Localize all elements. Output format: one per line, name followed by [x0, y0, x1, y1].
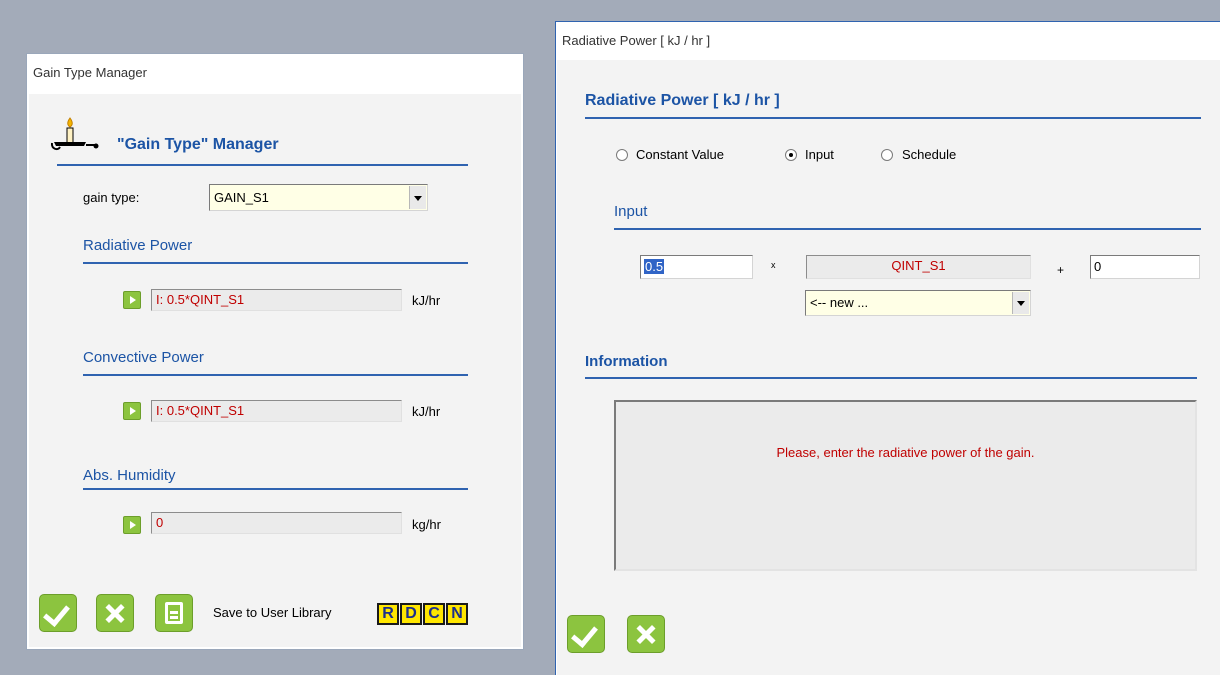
information-panel: Please, enter the radiative power of the… — [614, 400, 1197, 571]
input-section-rule — [614, 228, 1201, 230]
left-title-bar[interactable]: Gain Type Manager — [27, 54, 523, 94]
input-source-value: <-- new ... — [810, 295, 869, 310]
gain-type-label: gain type: — [83, 190, 140, 205]
radio-schedule[interactable] — [881, 149, 893, 161]
information-text: Please, enter the radiative power of the… — [776, 445, 1035, 460]
input-section-title: Input — [614, 203, 648, 220]
gain-type-manager-window: Gain Type Manager "Gain Type" Manager ga… — [26, 53, 524, 650]
convective-value-field: I: 0.5*QINT_S1 — [151, 400, 402, 422]
right-client-area: Radiative Power [ kJ / hr ] Constant Val… — [557, 60, 1220, 675]
radio-constant-value-label[interactable]: Constant Value — [636, 147, 724, 162]
right-ok-button[interactable] — [567, 615, 605, 653]
factor-input[interactable]: 0.5 — [640, 255, 753, 279]
chevron-down-icon[interactable] — [1012, 292, 1029, 314]
letter-button-c[interactable]: C — [423, 603, 445, 625]
factor-value: 0.5 — [644, 259, 665, 274]
humidity-edit-play-icon[interactable] — [123, 516, 141, 534]
radio-schedule-label[interactable]: Schedule — [902, 147, 956, 162]
radiative-value-field: I: 0.5*QINT_S1 — [151, 289, 402, 311]
plus-sign: + — [1057, 263, 1065, 277]
radiative-unit: kJ/hr — [412, 293, 441, 308]
radiative-edit-play-icon[interactable] — [123, 291, 141, 309]
right-window-title: Radiative Power [ kJ / hr ] — [562, 33, 711, 48]
gain-type-value: GAIN_S1 — [214, 190, 269, 205]
offset-value: 0 — [1094, 259, 1102, 274]
input-name-field: QINT_S1 — [806, 255, 1031, 279]
humidity-rule — [83, 488, 468, 490]
letter-button-n[interactable]: N — [446, 603, 468, 625]
radiative-section-title: Radiative Power — [83, 237, 193, 254]
save-to-library-label: Save to User Library — [213, 605, 332, 620]
ok-button[interactable] — [39, 594, 77, 632]
humidity-unit: kg/hr — [412, 517, 441, 532]
offset-input[interactable]: 0 — [1090, 255, 1200, 279]
candle-icon — [50, 116, 100, 152]
cancel-button[interactable] — [96, 594, 134, 632]
left-heading-rule — [57, 164, 468, 166]
humidity-value-field: 0 — [151, 512, 402, 534]
radiative-power-window: Radiative Power [ kJ / hr ] Radiative Po… — [555, 21, 1220, 675]
right-title-bar[interactable]: Radiative Power [ kJ / hr ] — [556, 22, 1220, 60]
radiative-rule — [83, 262, 468, 264]
left-window-title: Gain Type Manager — [33, 65, 147, 80]
input-source-select[interactable]: <-- new ... — [805, 290, 1031, 316]
information-rule — [585, 377, 1197, 379]
left-heading: "Gain Type" Manager — [117, 136, 279, 153]
gain-type-select[interactable]: GAIN_S1 — [209, 184, 428, 211]
right-heading-rule — [585, 117, 1201, 119]
right-heading: Radiative Power [ kJ / hr ] — [585, 92, 780, 109]
multiply-sign: x — [771, 260, 776, 270]
convective-rule — [83, 374, 468, 376]
right-cancel-button[interactable] — [627, 615, 665, 653]
convective-unit: kJ/hr — [412, 404, 441, 419]
humidity-section-title: Abs. Humidity — [83, 467, 176, 484]
radio-constant-value[interactable] — [616, 149, 628, 161]
check-icon — [571, 619, 598, 649]
information-section-title: Information — [585, 353, 668, 370]
save-to-library-button[interactable] — [155, 594, 193, 632]
left-client-area: "Gain Type" Manager gain type: GAIN_S1 R… — [29, 94, 521, 647]
check-icon — [43, 598, 70, 628]
radio-input-label[interactable]: Input — [805, 147, 834, 162]
save-icon — [165, 602, 183, 624]
letter-button-r[interactable]: R — [377, 603, 399, 625]
radio-input[interactable] — [785, 149, 797, 161]
convective-edit-play-icon[interactable] — [123, 402, 141, 420]
chevron-down-icon[interactable] — [409, 186, 426, 209]
letter-button-d[interactable]: D — [400, 603, 422, 625]
convective-section-title: Convective Power — [83, 349, 204, 366]
